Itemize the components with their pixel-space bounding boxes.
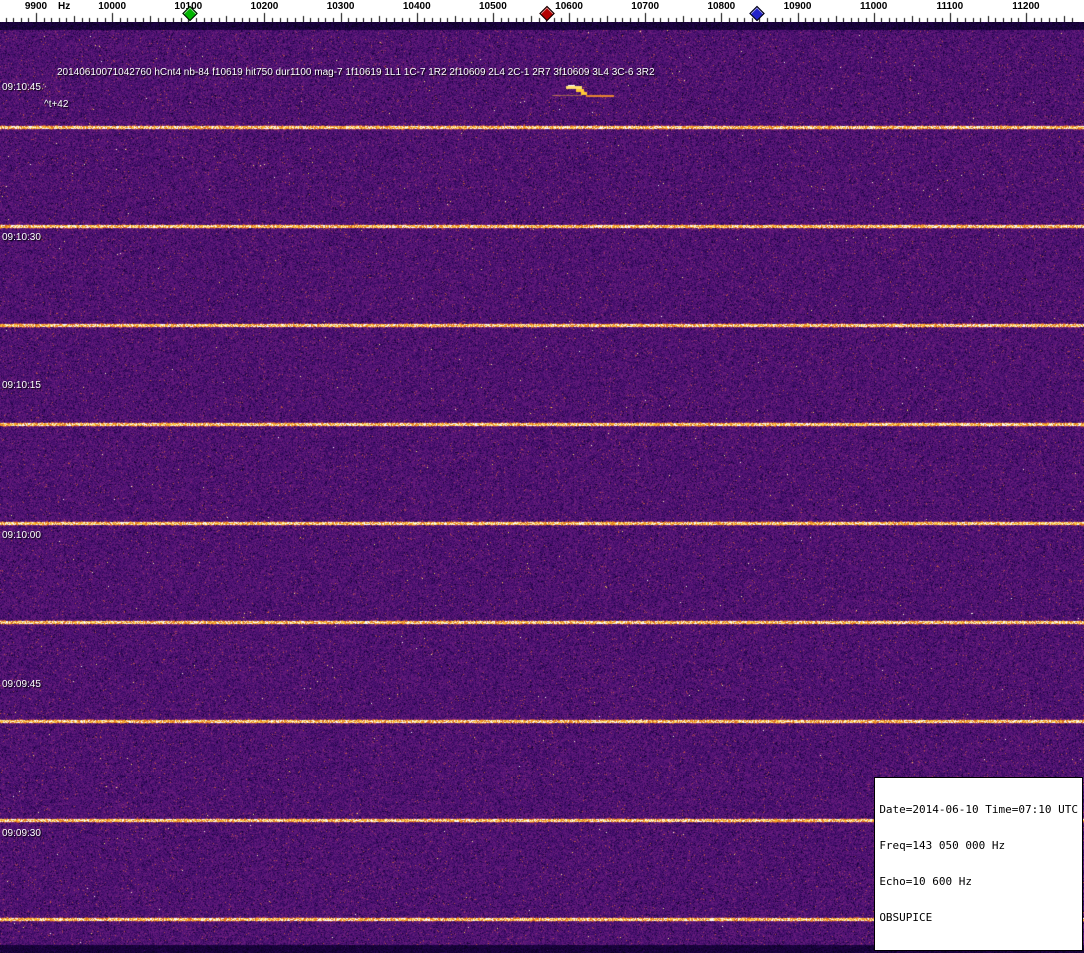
frequency-tick-label: 10600 — [555, 1, 583, 12]
frequency-tick-label: 10500 — [479, 1, 507, 12]
frequency-unit-label: Hz — [58, 1, 70, 12]
frequency-tick-label: 11000 — [860, 1, 887, 12]
meteor-spectrogram-screen: Hz 9900100001010010200103001040010500106… — [0, 0, 1084, 953]
info-echo: Echo=10 600 Hz — [879, 876, 1078, 888]
time-axis-label: 09:10:15 — [2, 380, 41, 391]
frequency-tick-label: 10300 — [327, 1, 355, 12]
detection-annotation: 20140610071042760 hCnt4 nb-84 f10619 hit… — [57, 67, 655, 78]
frequency-tick-label: 11200 — [1012, 1, 1039, 12]
time-axis-label: 09:09:30 — [2, 828, 41, 839]
info-frequency: Freq=143 050 000 Hz — [879, 840, 1078, 852]
frequency-tick-label: 9900 — [25, 1, 47, 12]
frequency-tick-label: 11100 — [936, 1, 963, 12]
frequency-ruler: Hz 9900100001010010200103001040010500106… — [0, 0, 1084, 22]
time-axis-label: 09:09:45 — [2, 679, 41, 690]
time-axis-label: 09:10:45 — [2, 82, 41, 93]
frequency-tick-label: 10000 — [98, 1, 126, 12]
frequency-tick-label: 10900 — [784, 1, 812, 12]
time-axis-label: 09:10:30 — [2, 232, 41, 243]
info-station: OBSUPICE — [879, 912, 1078, 924]
observation-info-box: Date=2014-06-10 Time=07:10 UTC Freq=143 … — [874, 777, 1083, 951]
time-axis-label: 09:10:00 — [2, 530, 41, 541]
info-date-time: Date=2014-06-10 Time=07:10 UTC — [879, 804, 1078, 816]
spectrogram-area: 20140610071042760 hCnt4 nb-84 f10619 hit… — [0, 22, 1084, 953]
trigger-marker-label: ^t+42 — [44, 99, 68, 110]
frequency-tick-label: 10700 — [631, 1, 659, 12]
frequency-tick-label: 10400 — [403, 1, 431, 12]
frequency-tick-label: 10200 — [251, 1, 279, 12]
frequency-tick-label: 10800 — [707, 1, 735, 12]
